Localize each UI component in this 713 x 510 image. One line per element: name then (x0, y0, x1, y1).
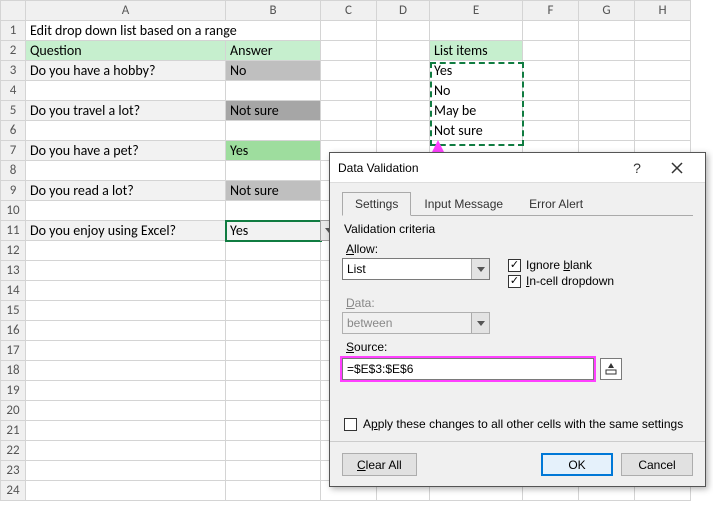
row-head-15[interactable]: 15 (1, 301, 26, 321)
cell-B9[interactable]: Not sure (226, 181, 321, 201)
tab-error-alert[interactable]: Error Alert (516, 192, 596, 216)
select-all-corner[interactable] (1, 1, 26, 21)
row-head-24[interactable]: 24 (1, 481, 26, 501)
data-label: Data: (346, 296, 693, 310)
incell-dropdown-checkbox[interactable]: ✓ In-cell dropdown (508, 274, 614, 288)
allow-value: List (347, 262, 366, 276)
ok-button[interactable]: OK (541, 453, 613, 476)
row-head-12[interactable]: 12 (1, 241, 26, 261)
dialog-titlebar[interactable]: Data Validation ? (330, 153, 705, 183)
cancel-button[interactable]: Cancel (621, 453, 693, 476)
checkbox-icon: ✓ (508, 275, 521, 288)
cell-A5[interactable]: Do you travel a lot? (26, 101, 226, 121)
checkbox-icon: ✓ (508, 259, 521, 272)
cell-A3[interactable]: Do you have a hobby? (26, 61, 226, 81)
data-combobox: between (342, 312, 490, 334)
row-head-14[interactable]: 14 (1, 281, 26, 301)
header-question[interactable]: Question (26, 41, 226, 61)
allow-label: Allow: (346, 242, 490, 256)
cell-E5[interactable]: May be (430, 101, 523, 121)
row-head-11[interactable]: 11 (1, 221, 26, 241)
row-head-23[interactable]: 23 (1, 461, 26, 481)
close-button[interactable] (657, 154, 697, 182)
row-head-6[interactable]: 6 (1, 121, 26, 141)
row-head-19[interactable]: 19 (1, 381, 26, 401)
cell-B7[interactable]: Yes (226, 141, 321, 161)
chevron-down-icon (471, 313, 489, 333)
row-head-20[interactable]: 20 (1, 401, 26, 421)
dialog-title: Data Validation (338, 161, 617, 175)
col-head-F[interactable]: F (523, 1, 579, 21)
row-head-17[interactable]: 17 (1, 341, 26, 361)
col-head-D[interactable]: D (377, 1, 430, 21)
checkbox-icon (344, 418, 357, 431)
ignore-blank-label: Ignore blank (526, 258, 592, 272)
col-head-H[interactable]: H (635, 1, 691, 21)
apply-all-checkbox[interactable]: Apply these changes to all other cells w… (344, 417, 683, 431)
row-head-7[interactable]: 7 (1, 141, 26, 161)
chevron-down-icon[interactable] (471, 259, 489, 279)
collapse-dialog-button[interactable] (600, 358, 622, 380)
col-head-B[interactable]: B (226, 1, 321, 21)
ignore-blank-checkbox[interactable]: ✓ Ignore blank (508, 258, 614, 272)
data-validation-dialog: Data Validation ? Settings Input Message… (329, 152, 706, 487)
col-head-C[interactable]: C (321, 1, 377, 21)
row-head-9[interactable]: 9 (1, 181, 26, 201)
row-head-2[interactable]: 2 (1, 41, 26, 61)
row-head-13[interactable]: 13 (1, 261, 26, 281)
dialog-footer: Clear All OK Cancel (330, 441, 705, 487)
column-header-row: A B C D E F G H (1, 1, 691, 21)
range-select-icon (605, 363, 617, 375)
validation-criteria-label: Validation criteria (344, 222, 693, 236)
col-head-A[interactable]: A (26, 1, 226, 21)
row-head-21[interactable]: 21 (1, 421, 26, 441)
tab-settings[interactable]: Settings (342, 192, 411, 216)
title-cell[interactable]: Edit drop down list based on a range (26, 21, 321, 41)
cell-A9[interactable]: Do you read a lot? (26, 181, 226, 201)
col-head-E[interactable]: E (430, 1, 523, 21)
close-icon (671, 162, 683, 174)
row-head-3[interactable]: 3 (1, 61, 26, 81)
dialog-tabs: Settings Input Message Error Alert (342, 191, 693, 216)
source-label: Source: (346, 340, 693, 354)
data-value: between (347, 316, 392, 330)
col-head-G[interactable]: G (579, 1, 635, 21)
row-head-10[interactable]: 10 (1, 201, 26, 221)
source-input[interactable]: =$E$3:$E$6 (342, 358, 594, 380)
clear-all-button[interactable]: Clear All (342, 453, 417, 476)
cell-B5[interactable]: Not sure (226, 101, 321, 121)
cell-B11-active[interactable]: Yes (226, 221, 321, 241)
row-head-1[interactable]: 1 (1, 21, 26, 41)
cell-E3[interactable]: Yes (430, 61, 523, 81)
cell-A11[interactable]: Do you enjoy using Excel? (26, 221, 226, 241)
apply-all-label: Apply these changes to all other cells w… (363, 417, 683, 431)
row-head-5[interactable]: 5 (1, 101, 26, 121)
row-head-16[interactable]: 16 (1, 321, 26, 341)
row-head-4[interactable]: 4 (1, 81, 26, 101)
cell-B11-value: Yes (230, 222, 248, 239)
cell-A7[interactable]: Do you have a pet? (26, 141, 226, 161)
help-button[interactable]: ? (617, 154, 657, 182)
allow-combobox[interactable]: List (342, 258, 490, 280)
header-list[interactable]: List items (430, 41, 523, 61)
header-answer[interactable]: Answer (226, 41, 321, 61)
tab-input-message[interactable]: Input Message (411, 192, 516, 216)
row-head-18[interactable]: 18 (1, 361, 26, 381)
source-value: =$E$3:$E$6 (347, 362, 413, 376)
row-head-8[interactable]: 8 (1, 161, 26, 181)
cell-E6[interactable]: Not sure (430, 121, 523, 141)
cell-B3[interactable]: No (226, 61, 321, 81)
cell-E4[interactable]: No (430, 81, 523, 101)
incell-dropdown-label: In-cell dropdown (526, 274, 614, 288)
row-head-22[interactable]: 22 (1, 441, 26, 461)
